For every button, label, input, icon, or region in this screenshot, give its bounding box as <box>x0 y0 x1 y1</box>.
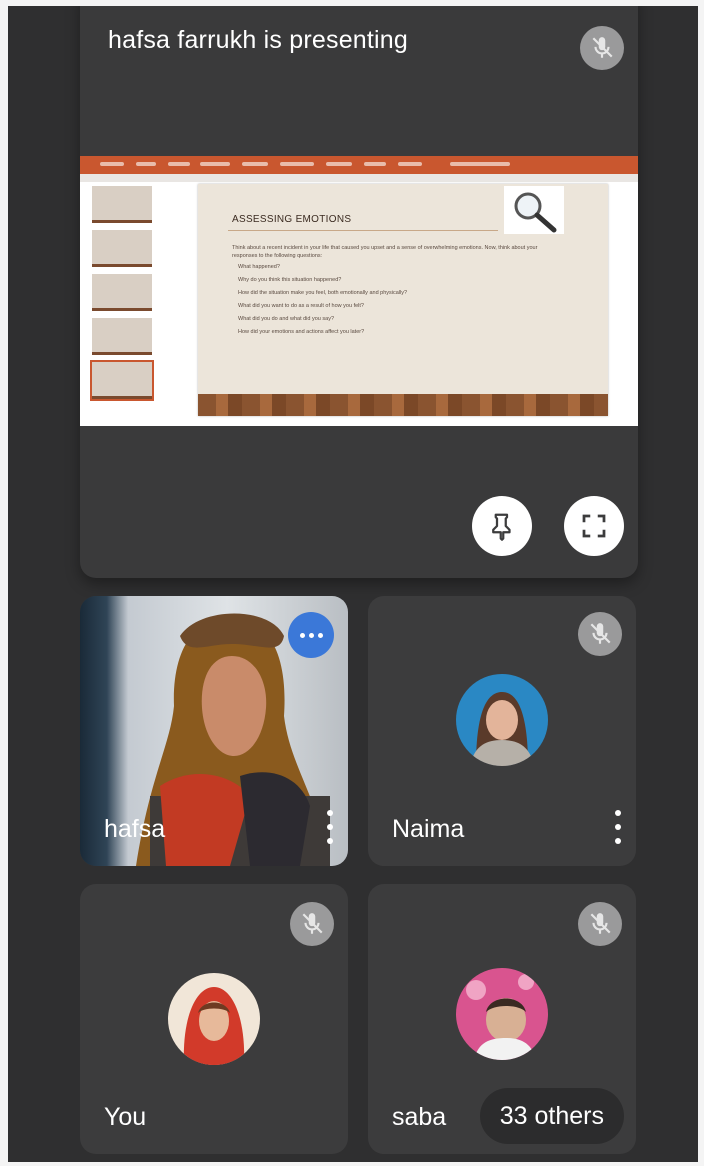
participant-name: saba <box>392 1103 447 1131</box>
slide-heading: ASSESSING EMOTIONS <box>232 214 352 225</box>
participant-menu-icon[interactable] <box>326 810 334 844</box>
slide-bullet: How did the situation make you feel, bot… <box>238 290 408 296</box>
slide-thumbnail <box>92 186 152 223</box>
participant-tile-you[interactable]: You <box>80 884 348 1154</box>
meeting-grid: hafsa farrukh is presenting ASSESSING EM… <box>8 6 698 1162</box>
presenting-label: hafsa farrukh is presenting <box>108 26 409 54</box>
slide-bullet: What happened? <box>238 264 280 270</box>
more-options-button[interactable] <box>288 612 334 658</box>
slide-thumbnail <box>92 318 152 355</box>
slide-bullet: What did you want to do as a result of h… <box>238 303 364 309</box>
participant-tile-saba[interactable]: saba 33 others <box>368 884 636 1154</box>
slide-bullets: What happened? Why do you think this sit… <box>238 264 578 342</box>
participant-tile-naima[interactable]: Naima <box>368 596 636 866</box>
mic-off-icon <box>578 612 622 656</box>
slide-bullet: What did you do and what did you say? <box>238 316 335 322</box>
powerpoint-toolbar <box>80 174 638 182</box>
mic-off-icon <box>290 902 334 946</box>
participant-name: hafsa <box>104 815 166 843</box>
presentation-tile[interactable]: hafsa farrukh is presenting ASSESSING EM… <box>80 6 638 578</box>
others-button[interactable]: 33 others <box>479 1088 624 1144</box>
slide-thumbnail-active <box>90 360 154 401</box>
participant-name: You <box>104 1103 147 1131</box>
magnifier-icon <box>504 186 564 234</box>
screen-share: ASSESSING EMOTIONS Think about a recent … <box>80 156 638 426</box>
powerpoint-ribbon <box>80 156 638 174</box>
slide-thumbnail <box>92 230 152 267</box>
fullscreen-icon <box>582 514 606 538</box>
mic-off-icon <box>578 902 622 946</box>
participant-name: Naima <box>392 815 465 843</box>
current-slide: ASSESSING EMOTIONS Think about a recent … <box>198 184 608 416</box>
slide-intro: Think about a recent incident in your li… <box>232 245 538 259</box>
mic-off-icon <box>580 26 624 70</box>
slide-bullet: How did your emotions and actions affect… <box>238 329 365 335</box>
pin-button[interactable] <box>472 496 532 556</box>
slide-wood-floor <box>198 394 608 416</box>
avatar <box>456 674 548 767</box>
avatar <box>168 973 260 1065</box>
slide-bullet: Why do you think this situation happened… <box>238 277 342 283</box>
slide-thumbnail <box>92 274 152 311</box>
participant-menu-icon[interactable] <box>614 810 622 844</box>
fullscreen-button[interactable] <box>564 496 624 556</box>
avatar <box>456 967 548 1060</box>
pin-icon <box>492 513 511 541</box>
participant-tile-hafsa[interactable]: hafsa <box>80 596 348 866</box>
slide-thumbnails <box>86 186 156 426</box>
